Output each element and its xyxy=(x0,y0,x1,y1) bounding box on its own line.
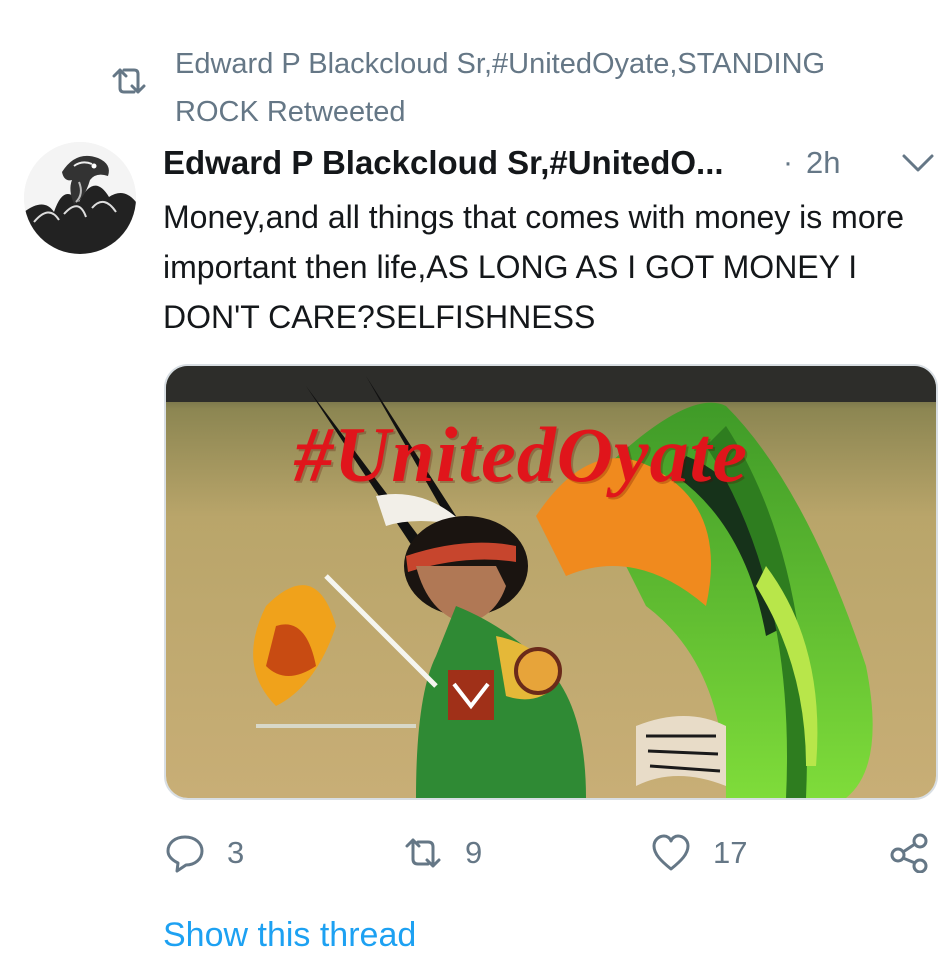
tweet-header: Edward P Blackcloud Sr,#UnitedO... · 2h xyxy=(163,140,943,186)
like-button[interactable]: 17 xyxy=(651,828,747,878)
timestamp[interactable]: 2h xyxy=(806,140,840,186)
reply-icon xyxy=(166,835,204,873)
author-name[interactable]: Edward P Blackcloud Sr,#UnitedO... xyxy=(163,140,724,186)
retweet-icon xyxy=(405,838,441,868)
show-thread-link[interactable]: Show this thread xyxy=(163,912,416,958)
media-overlay-text: #UnitedOyate xyxy=(294,411,748,498)
retweet-icon xyxy=(112,68,146,94)
retweet-button[interactable]: 9 xyxy=(403,828,482,878)
reply-count: 3 xyxy=(227,835,245,870)
tweet-actions: 3 9 17 xyxy=(165,828,945,878)
like-count: 17 xyxy=(713,835,748,870)
share-button[interactable] xyxy=(889,828,929,878)
retweet-label[interactable]: Edward P Blackcloud Sr,#UnitedOyate,STAN… xyxy=(175,40,895,136)
retweet-count: 9 xyxy=(465,835,483,870)
tweet-text: Money,and all things that comes with mon… xyxy=(163,199,905,335)
share-icon xyxy=(890,833,928,873)
separator-dot: · xyxy=(783,146,793,179)
chevron-down-icon[interactable] xyxy=(901,150,935,176)
tweet-media[interactable]: #UnitedOyate xyxy=(164,364,938,800)
reply-button[interactable]: 3 xyxy=(165,828,244,878)
heart-icon xyxy=(652,834,690,871)
avatar[interactable] xyxy=(24,142,136,254)
